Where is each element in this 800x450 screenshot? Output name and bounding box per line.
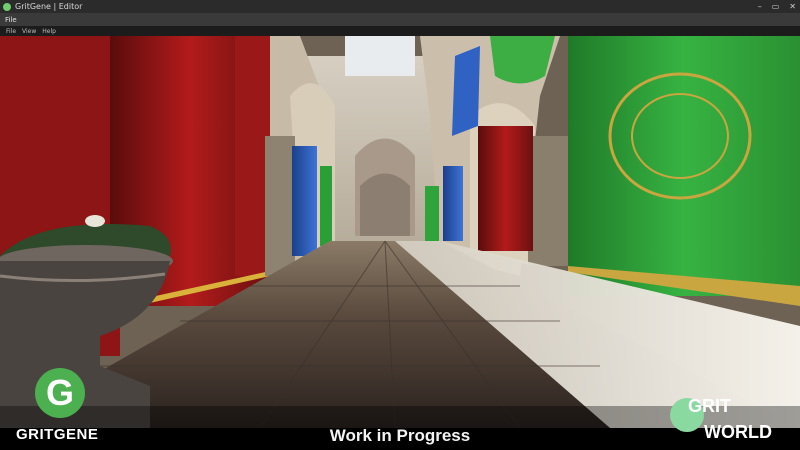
app-icon: [3, 2, 11, 11]
maximize-button[interactable]: ▭: [772, 2, 780, 11]
viewport-menu-view[interactable]: View: [22, 28, 36, 35]
gritworld-logo-line2: WORLD: [704, 422, 772, 442]
gritgene-logo-text: GRITGENE: [16, 426, 99, 443]
title-bar: GritGene | Editor – ▭ ✕: [0, 0, 800, 13]
menu-file[interactable]: File: [5, 16, 17, 24]
viewport-menu-bar: File View Help: [0, 26, 800, 36]
gritworld-logo: GRIT WORLD: [668, 396, 788, 446]
menu-bar: File: [0, 13, 800, 26]
close-button[interactable]: ✕: [789, 2, 796, 11]
gritworld-logo-line1: GRIT: [688, 396, 731, 416]
viewport-menu-file[interactable]: File: [6, 28, 16, 35]
viewport-menu-help[interactable]: Help: [42, 28, 56, 35]
gritgene-logo-icon: G: [35, 368, 85, 418]
window-title: GritGene | Editor: [15, 2, 83, 11]
scene-render: [0, 36, 800, 428]
window-controls: – ▭ ✕: [758, 0, 796, 13]
minimize-button[interactable]: –: [758, 2, 762, 11]
gritgene-logo: G GRITGENE: [16, 368, 116, 446]
render-viewport[interactable]: [0, 36, 800, 428]
